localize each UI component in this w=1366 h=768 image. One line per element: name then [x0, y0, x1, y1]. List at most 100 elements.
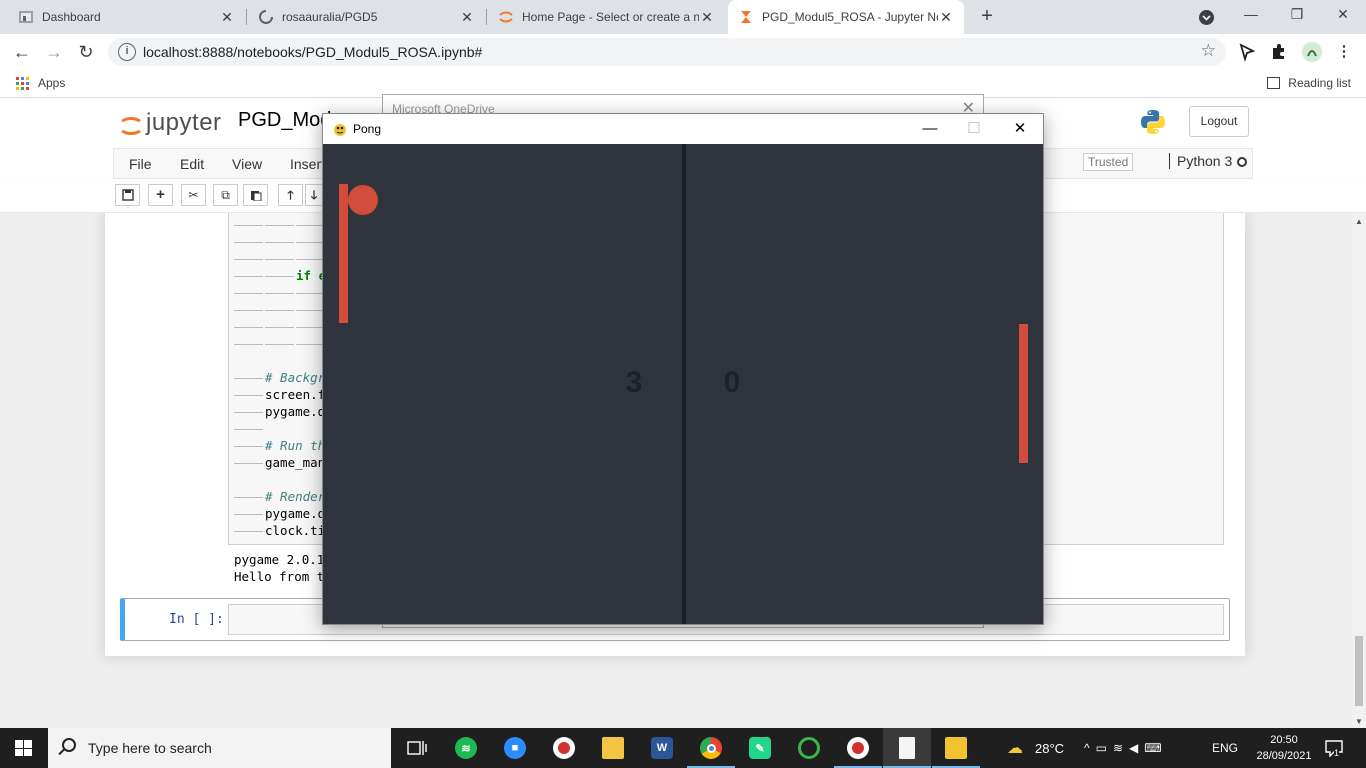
tab-search-button[interactable] [1199, 10, 1214, 25]
word-icon[interactable]: W [638, 728, 686, 768]
code-line [234, 336, 327, 351]
bookmark-star-icon[interactable]: ☆ [1201, 41, 1216, 61]
pong-window-title: Pong [353, 122, 382, 136]
notification-center-icon[interactable]: 1 [1324, 728, 1344, 768]
close-tab-icon[interactable]: ✕ [219, 9, 235, 26]
menu-insert[interactable]: Insert [290, 156, 325, 172]
loading-spinner-icon [258, 9, 274, 25]
scroll-down-icon[interactable]: ▼ [1355, 717, 1363, 726]
tab-marker [234, 429, 263, 430]
menu-view[interactable]: View [232, 156, 262, 172]
spotify-icon[interactable]: ≋ [442, 728, 490, 768]
scrollbar-thumb[interactable] [1355, 636, 1363, 706]
record-app-icon[interactable] [540, 728, 588, 768]
plus-icon[interactable]: + [148, 184, 173, 206]
code-line [234, 217, 327, 232]
copy-icon[interactable]: ⧉ [213, 184, 238, 206]
logout-button[interactable]: Logout [1189, 106, 1249, 137]
reading-list-label: Reading list [1288, 76, 1351, 90]
chevron-up-icon[interactable]: ^ [1084, 741, 1096, 755]
code-line [234, 302, 327, 317]
save-icon[interactable] [115, 184, 140, 206]
restore-button[interactable]: ❐ [1283, 6, 1311, 26]
pygame-app-icon[interactable] [932, 728, 980, 768]
code-line: # Run th [234, 438, 325, 453]
notebook-name[interactable]: PGD_Mod [238, 109, 331, 132]
file-explorer-icon[interactable] [589, 728, 637, 768]
paste-icon[interactable] [243, 184, 268, 206]
center-net [682, 144, 686, 624]
site-info-icon[interactable]: i [118, 43, 136, 61]
keyboard-icon[interactable]: ⌨ [1144, 741, 1167, 755]
language-indicator[interactable]: ENG [1212, 728, 1238, 768]
tab-notebook-active[interactable]: PGD_Modul5_ROSA - Jupyter No ✕ [728, 0, 964, 34]
arrow-up-icon[interactable]: 🡑 [278, 184, 303, 206]
apps-grid-icon [16, 76, 29, 90]
reading-list-icon [1267, 77, 1281, 89]
browser-menu-icon[interactable]: ⋮ [1334, 42, 1354, 62]
document-app-icon[interactable] [883, 728, 931, 768]
apps-bookmark[interactable]: Apps [16, 76, 65, 90]
left-score: 3 [626, 366, 643, 399]
tab-marker [265, 259, 294, 260]
refresh-app-icon[interactable] [785, 728, 833, 768]
tab-github[interactable]: rosaauralia/PGD5 ✕ [248, 0, 485, 34]
windows-start-icon[interactable] [15, 740, 32, 756]
battery-icon[interactable]: ▭ [1096, 741, 1113, 755]
profile-avatar[interactable] [1302, 42, 1322, 62]
taskbar-search[interactable]: Type here to search [48, 728, 391, 768]
menu-edit[interactable]: Edit [180, 156, 204, 172]
trusted-badge[interactable]: Trusted [1083, 153, 1134, 171]
reading-list-button[interactable]: Reading list [1267, 76, 1351, 90]
tab-marker [265, 327, 294, 328]
menu-file[interactable]: File [129, 156, 152, 172]
code-line [234, 319, 327, 334]
close-tab-icon[interactable]: ✕ [459, 9, 475, 26]
tab-marker [234, 378, 263, 379]
volume-icon[interactable]: ◀ [1129, 741, 1144, 755]
cut-icon[interactable]: ✂ [181, 184, 206, 206]
tab-jupyter-home[interactable]: Home Page - Select or create a n ✕ [488, 0, 725, 34]
pong-game-canvas[interactable]: 3 0 [323, 144, 1043, 624]
code-text: # Backgr [265, 370, 326, 385]
forward-button[interactable]: → [42, 40, 66, 64]
extensions-puzzle-icon[interactable] [1269, 42, 1289, 62]
kernel-status-icon [1237, 157, 1247, 167]
pong-close-button[interactable]: ✕ [1005, 118, 1035, 140]
tab-marker [234, 463, 263, 464]
minimize-button[interactable]: — [1237, 6, 1265, 26]
task-view-icon[interactable] [393, 728, 441, 768]
tab-dashboard[interactable]: Dashboard ✕ [8, 0, 245, 34]
chrome-icon[interactable] [687, 728, 735, 768]
zoom-icon[interactable]: ■ [491, 728, 539, 768]
taskbar-clock[interactable]: 20:50 28/09/2021 [1254, 732, 1314, 764]
url-text[interactable]: localhost:8888/notebooks/PGD_Modul5_ROSA… [143, 44, 482, 60]
pong-window[interactable]: Pong — ☐ ✕ 3 0 [322, 113, 1044, 625]
page-scrollbar[interactable]: ▲ ▼ [1352, 213, 1366, 728]
system-tray-icons[interactable]: ^ ▭ ≋ ◀ ⌨ [1084, 728, 1168, 768]
arrow-down-icon[interactable]: 🡓 [305, 184, 323, 206]
back-button[interactable]: ← [10, 40, 34, 64]
pycharm-icon[interactable]: ✎ [736, 728, 784, 768]
code-line: screen.f [234, 387, 325, 402]
jupyter-logo[interactable]: jupyter [118, 109, 222, 137]
close-tab-icon[interactable]: ✕ [699, 9, 715, 26]
wifi-icon[interactable]: ≋ [1113, 741, 1129, 755]
kernel-name[interactable]: Python 3 [1169, 153, 1232, 169]
weather-widget[interactable]: ☁ 28°C [1007, 728, 1064, 768]
close-window-button[interactable]: ✕ [1329, 6, 1357, 26]
new-tab-button[interactable]: + [976, 5, 998, 29]
reload-button[interactable]: ↻ [74, 40, 98, 64]
pong-maximize-button[interactable]: ☐ [959, 118, 989, 140]
pong-titlebar[interactable]: Pong — ☐ ✕ [323, 114, 1043, 144]
tab-marker [234, 242, 263, 243]
close-tab-icon[interactable]: ✕ [938, 9, 954, 26]
address-bar[interactable]: i localhost:8888/notebooks/PGD_Modul5_RO… [108, 38, 1226, 66]
tab-marker [296, 327, 325, 328]
tab-marker [234, 344, 263, 345]
extension-arrow-icon[interactable] [1237, 42, 1257, 63]
scroll-up-icon[interactable]: ▲ [1355, 217, 1363, 226]
recorder-icon[interactable] [834, 728, 882, 768]
pong-minimize-button[interactable]: — [915, 118, 945, 140]
tab-marker [296, 344, 325, 345]
